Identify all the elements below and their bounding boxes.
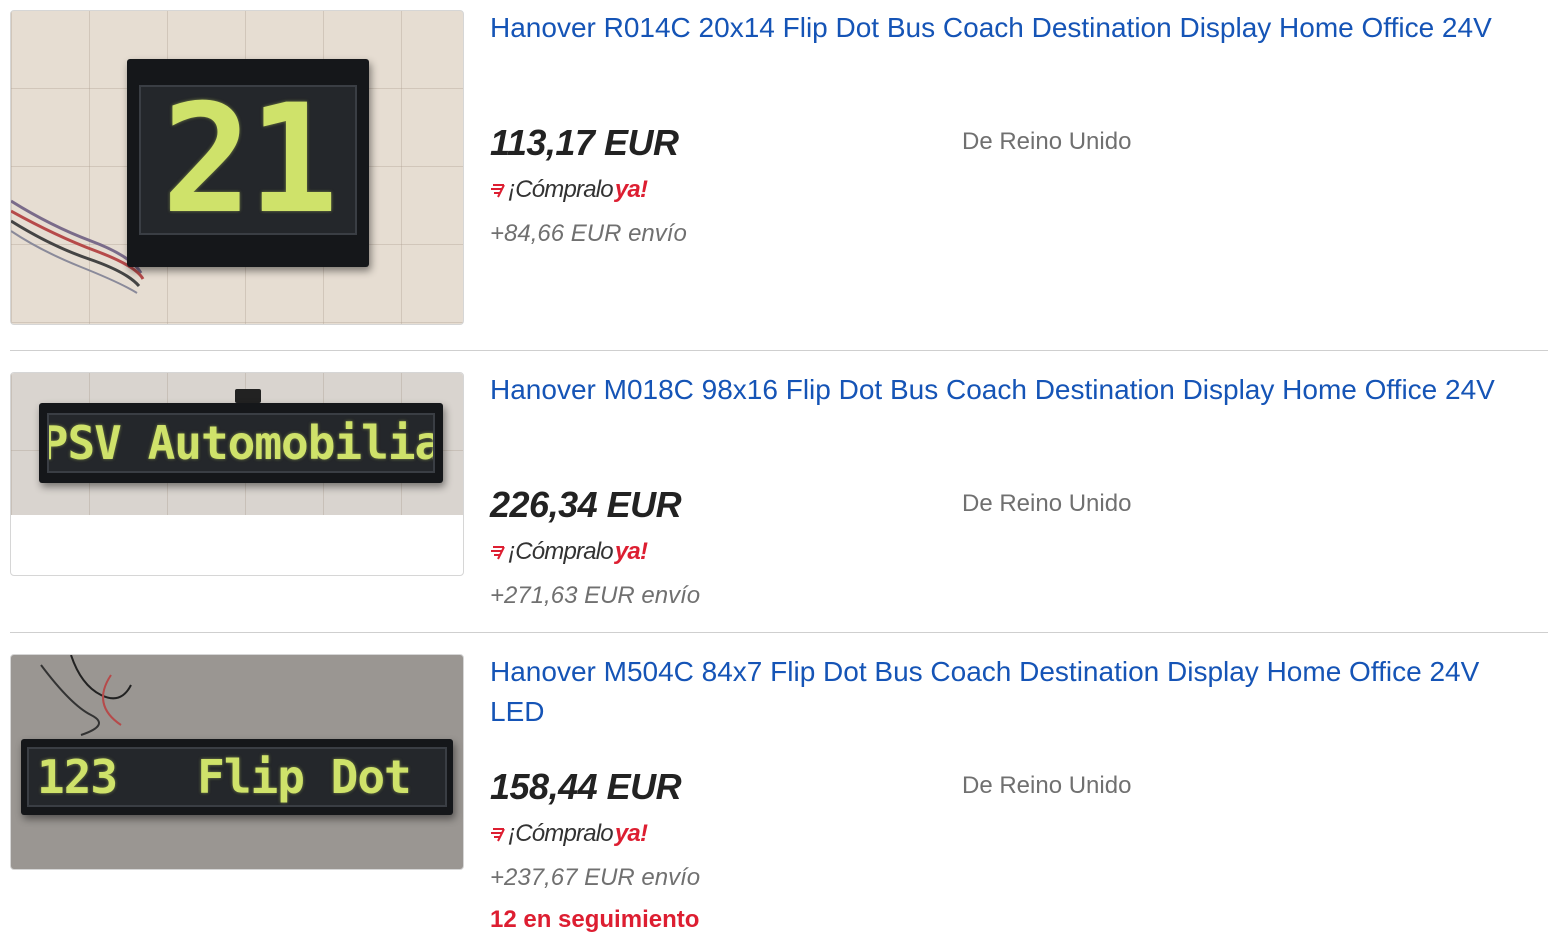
display-photo: 21	[127, 59, 369, 267]
listing-thumbnail[interactable]: PSV Automobilia	[10, 372, 464, 576]
listing-info: Hanover R014C 20x14 Flip Dot Bus Coach D…	[490, 8, 1548, 247]
buy-now-accent: ya!	[614, 176, 648, 203]
shipping-cost: +271,63 EUR envío	[490, 582, 701, 609]
buy-now-accent: ya!	[614, 538, 648, 565]
display-text: 21	[161, 85, 339, 235]
price: 226,34 EUR	[490, 484, 682, 525]
buy-now-icon	[491, 184, 505, 198]
listing-title-link[interactable]: Hanover R014C 20x14 Flip Dot Bus Coach D…	[490, 8, 1500, 48]
listing-title-link[interactable]: Hanover M018C 98x16 Flip Dot Bus Coach D…	[490, 370, 1500, 410]
shipping-cost: +237,67 EUR envío	[490, 864, 701, 891]
buy-now-badge: ¡Cómpralo ya!	[490, 820, 648, 848]
divider	[10, 632, 1548, 633]
divider	[10, 350, 1548, 351]
buy-now-label: ¡Cómpralo	[508, 820, 614, 847]
display-screen: PSV Automobilia	[47, 413, 435, 473]
watchers-count: 12 en seguimiento	[490, 906, 700, 933]
display-screen: 123 Flip Dot	[27, 747, 447, 807]
item-location: De Reino Unido	[962, 772, 1132, 799]
buy-now-icon	[491, 546, 505, 560]
listing-title-link[interactable]: Hanover M504C 84x7 Flip Dot Bus Coach De…	[490, 652, 1500, 732]
listing-thumbnail[interactable]: 21	[10, 10, 464, 325]
buy-now-badge: ¡Cómpralo ya!	[490, 176, 648, 204]
display-text: 123 Flip Dot	[37, 750, 412, 804]
buy-now-accent: ya!	[614, 820, 648, 847]
item-location: De Reino Unido	[962, 490, 1132, 517]
price: 158,44 EUR	[490, 766, 682, 807]
display-photo: PSV Automobilia	[39, 403, 443, 483]
display-screen: 21	[139, 85, 357, 235]
display-text: PSV Automobilia	[47, 416, 435, 470]
shipping-cost: +84,66 EUR envío	[490, 220, 687, 247]
buy-now-label: ¡Cómpralo	[508, 176, 614, 203]
price: 113,17 EUR	[490, 122, 679, 163]
buy-now-badge: ¡Cómpralo ya!	[490, 538, 648, 566]
buy-now-label: ¡Cómpralo	[508, 538, 614, 565]
buy-now-icon	[491, 828, 505, 842]
listing-thumbnail[interactable]: 123 Flip Dot	[10, 654, 464, 870]
photo-background: PSV Automobilia	[11, 373, 463, 515]
display-photo: 123 Flip Dot	[21, 739, 453, 815]
controller-box	[235, 389, 261, 403]
item-location: De Reino Unido	[962, 128, 1132, 155]
listing-info: Hanover M018C 98x16 Flip Dot Bus Coach D…	[490, 370, 1548, 609]
listing-info: Hanover M504C 84x7 Flip Dot Bus Coach De…	[490, 652, 1548, 933]
